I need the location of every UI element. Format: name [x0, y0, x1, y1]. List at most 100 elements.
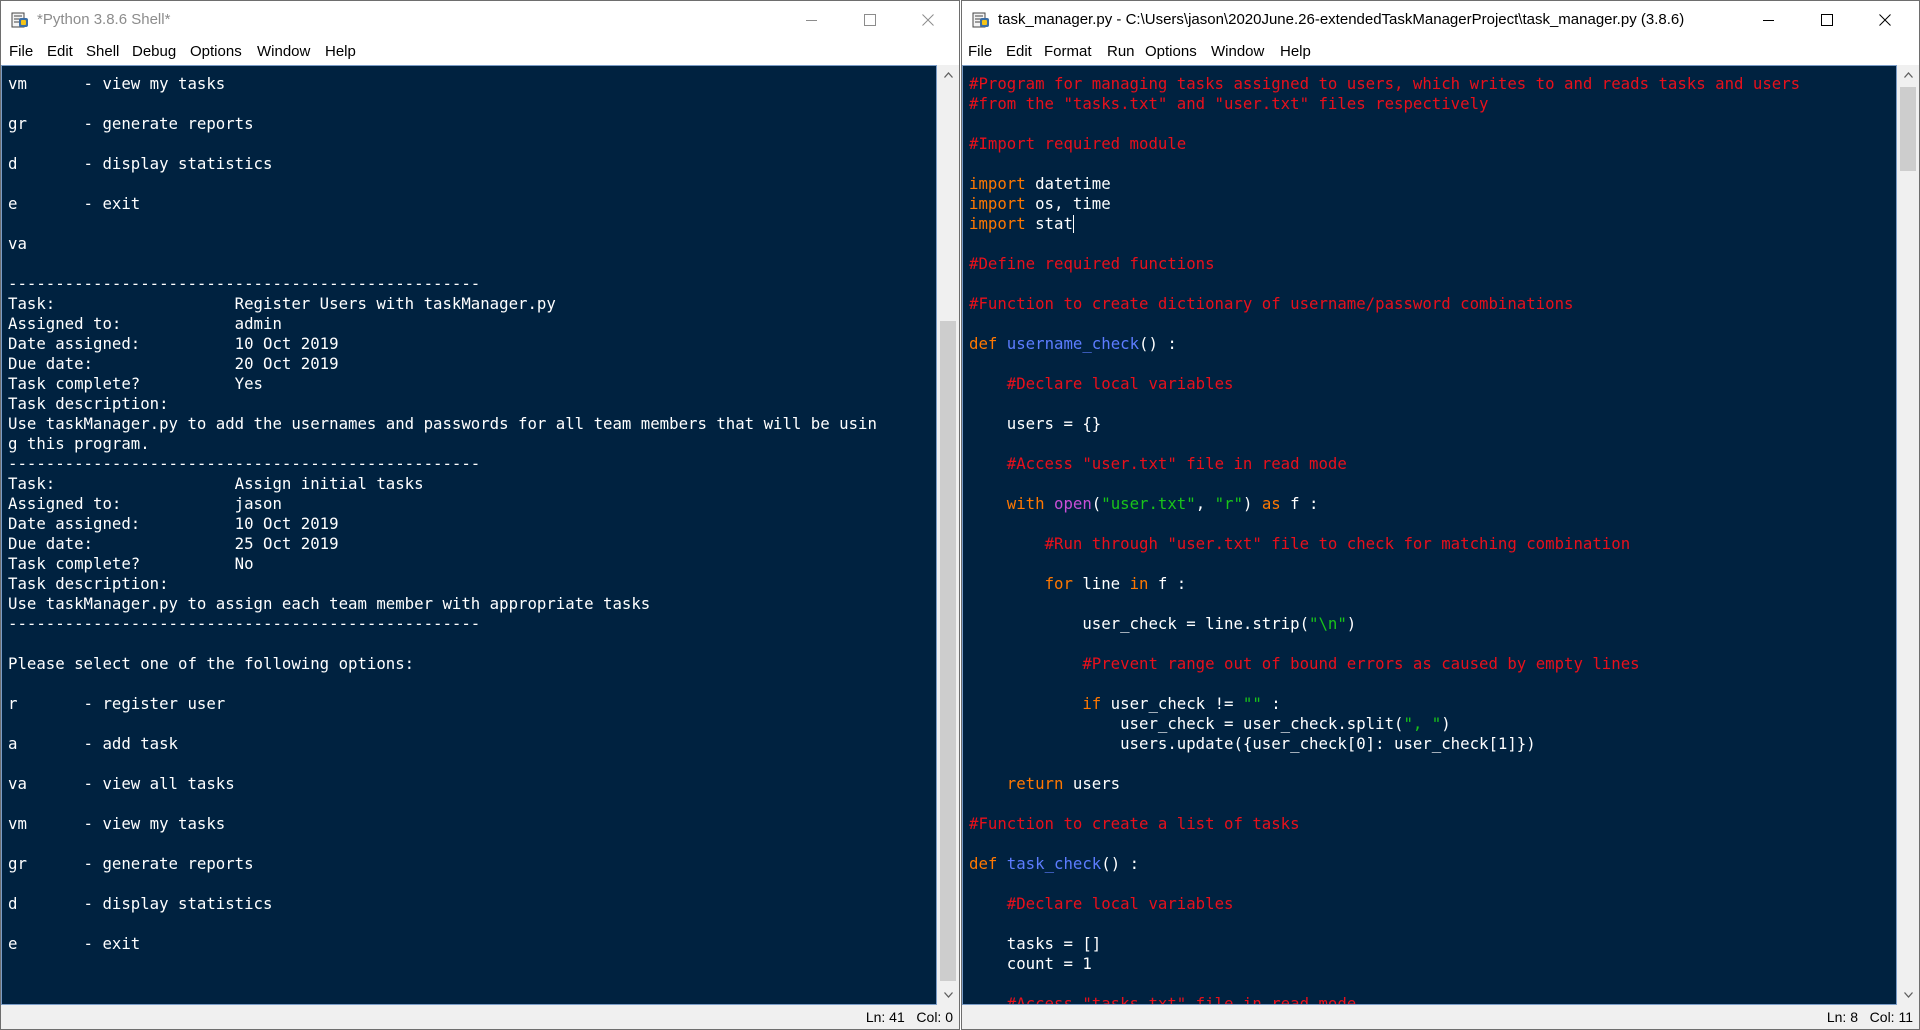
shell-output-area[interactable]: vm - view my tasks gr - generate reports d…: [1, 65, 937, 1005]
scroll-down-arrow-icon[interactable]: [1897, 985, 1919, 1005]
code-token-string: "user.txt": [1101, 494, 1196, 513]
editor-line-col-status: Ln: 8 Col: 11: [1826, 1009, 1913, 1025]
menu-shell[interactable]: Shell: [86, 43, 119, 61]
shell-output-line: gr - generate reports: [8, 854, 254, 873]
code-token-comment: #Declare local variables: [1006, 374, 1234, 393]
shell-output-line: vm - view my tasks: [8, 74, 226, 93]
shell-output-line: e - exit: [8, 934, 141, 953]
code-token-def-name: username_check: [1006, 334, 1140, 353]
shell-output-line: e - exit: [8, 194, 141, 213]
code-token: count = 1: [969, 954, 1092, 973]
maximize-icon: [864, 14, 876, 26]
shell-scroll-thumb[interactable]: [940, 321, 956, 981]
code-token-keyword: for: [1044, 574, 1073, 593]
menu-options[interactable]: Options: [190, 43, 242, 61]
code-line: return users: [969, 774, 1120, 794]
code-token-comment: #Import required module: [969, 134, 1187, 153]
editor-close-button[interactable]: [1856, 1, 1914, 39]
code-line: #Declare local variables: [969, 374, 1234, 394]
menu-debug[interactable]: Debug: [132, 43, 176, 61]
shell-output-line: r - register user: [8, 694, 226, 713]
code-line: user_check = user_check.split(", "): [969, 714, 1451, 734]
code-token: ,: [1195, 494, 1215, 513]
shell-line-col-status: Ln: 41 Col: 0: [865, 1009, 953, 1025]
scroll-up-arrow-icon[interactable]: [937, 65, 959, 85]
code-token: tasks = []: [969, 934, 1102, 953]
scroll-down-arrow-icon[interactable]: [937, 985, 959, 1005]
code-token-comment: #Run through "user.txt" file to check fo…: [1044, 534, 1631, 553]
shell-output-line: Please select one of the following optio…: [8, 654, 415, 673]
code-token: user_check = user_check.split(: [969, 714, 1404, 733]
shell-output-line: Task: Assign initial tasks: [8, 474, 424, 493]
shell-output-line: Due date: 25 Oct 2019: [8, 534, 339, 553]
code-token-comment: #Function to create a list of tasks: [969, 814, 1300, 833]
code-line: def task_check() :: [969, 854, 1139, 874]
code-token-string: "\n": [1309, 614, 1347, 633]
menu-format[interactable]: Format: [1044, 43, 1092, 61]
shell-minimize-button[interactable]: [783, 1, 841, 39]
code-token: os, time: [1025, 194, 1111, 213]
code-token: stat: [1025, 214, 1073, 233]
code-line: #Access "tasks.txt" file in read mode: [969, 994, 1356, 1004]
menu-file[interactable]: File: [9, 43, 33, 61]
shell-output-line: Assigned to: admin: [8, 314, 282, 333]
editor-title-bar[interactable]: task_manager.py - C:\Users\jason\2020Jun…: [962, 1, 1919, 39]
shell-close-button[interactable]: [899, 1, 957, 39]
shell-output-line: d - display statistics: [8, 154, 273, 173]
code-line: #from the "tasks.txt" and "user.txt" fil…: [969, 94, 1488, 114]
code-line: #Prevent range out of bound errors as ca…: [969, 654, 1639, 674]
close-icon: [1879, 14, 1891, 26]
editor-vertical-scrollbar[interactable]: [1897, 65, 1919, 1005]
shell-vertical-scrollbar[interactable]: [937, 65, 959, 1005]
menu-help[interactable]: Help: [1280, 43, 1311, 61]
code-line: user_check = line.strip("\n"): [969, 614, 1356, 634]
menu-edit[interactable]: Edit: [1006, 43, 1032, 61]
editor-code-area[interactable]: #Program for managing tasks assigned to …: [962, 65, 1897, 1005]
code-token-comment: #Program for managing tasks assigned to …: [969, 74, 1801, 93]
shell-window: *Python 3.8.6 Shell* File Edit Shell Deb…: [0, 0, 960, 1030]
menu-help[interactable]: Help: [325, 43, 356, 61]
maximize-icon: [1821, 14, 1833, 26]
menu-file[interactable]: File: [968, 43, 992, 61]
editor-status-bar: Ln: 8 Col: 11: [962, 1005, 1919, 1029]
editor-scroll-thumb[interactable]: [1900, 87, 1916, 171]
code-line: #Define required functions: [969, 254, 1215, 274]
code-token-string: ", ": [1403, 714, 1442, 733]
code-token: ): [1242, 494, 1262, 513]
shell-output-line: Task complete? No: [8, 554, 254, 573]
menu-edit[interactable]: Edit: [47, 43, 73, 61]
editor-maximize-button[interactable]: [1798, 1, 1856, 39]
menu-window[interactable]: Window: [257, 43, 310, 61]
shell-maximize-button[interactable]: [841, 1, 899, 39]
shell-output-line: va - view all tasks: [8, 774, 235, 793]
scroll-up-arrow-icon[interactable]: [1897, 65, 1919, 85]
editor-minimize-button[interactable]: [1740, 1, 1798, 39]
shell-output-line: Assigned to: jason: [8, 494, 282, 513]
menu-options[interactable]: Options: [1145, 43, 1197, 61]
code-token-keyword: def: [969, 854, 998, 873]
shell-output-line: Due date: 20 Oct 2019: [8, 354, 339, 373]
code-line: users = {}: [969, 414, 1101, 434]
menu-window[interactable]: Window: [1211, 43, 1264, 61]
code-line: #Run through "user.txt" file to check fo…: [969, 534, 1631, 554]
code-line: tasks = []: [969, 934, 1101, 954]
code-token: (: [1091, 494, 1102, 513]
shell-output-line: ----------------------------------------…: [8, 614, 481, 633]
shell-output-line: Use taskManager.py to assign each team m…: [8, 594, 651, 613]
shell-output-line: ----------------------------------------…: [8, 274, 481, 293]
code-line: def username_check() :: [969, 334, 1177, 354]
code-line: users.update({user_check[0]: user_check[…: [969, 734, 1536, 754]
editor-window-title: task_manager.py - C:\Users\jason\2020Jun…: [998, 11, 1685, 28]
code-token: f :: [1148, 574, 1187, 593]
close-icon: [922, 14, 934, 26]
menu-run[interactable]: Run: [1107, 43, 1135, 61]
code-token-builtin: open: [1054, 494, 1092, 513]
shell-title-bar[interactable]: *Python 3.8.6 Shell*: [1, 1, 959, 39]
shell-output-line: va: [8, 234, 27, 253]
code-token-keyword: as: [1261, 494, 1281, 513]
